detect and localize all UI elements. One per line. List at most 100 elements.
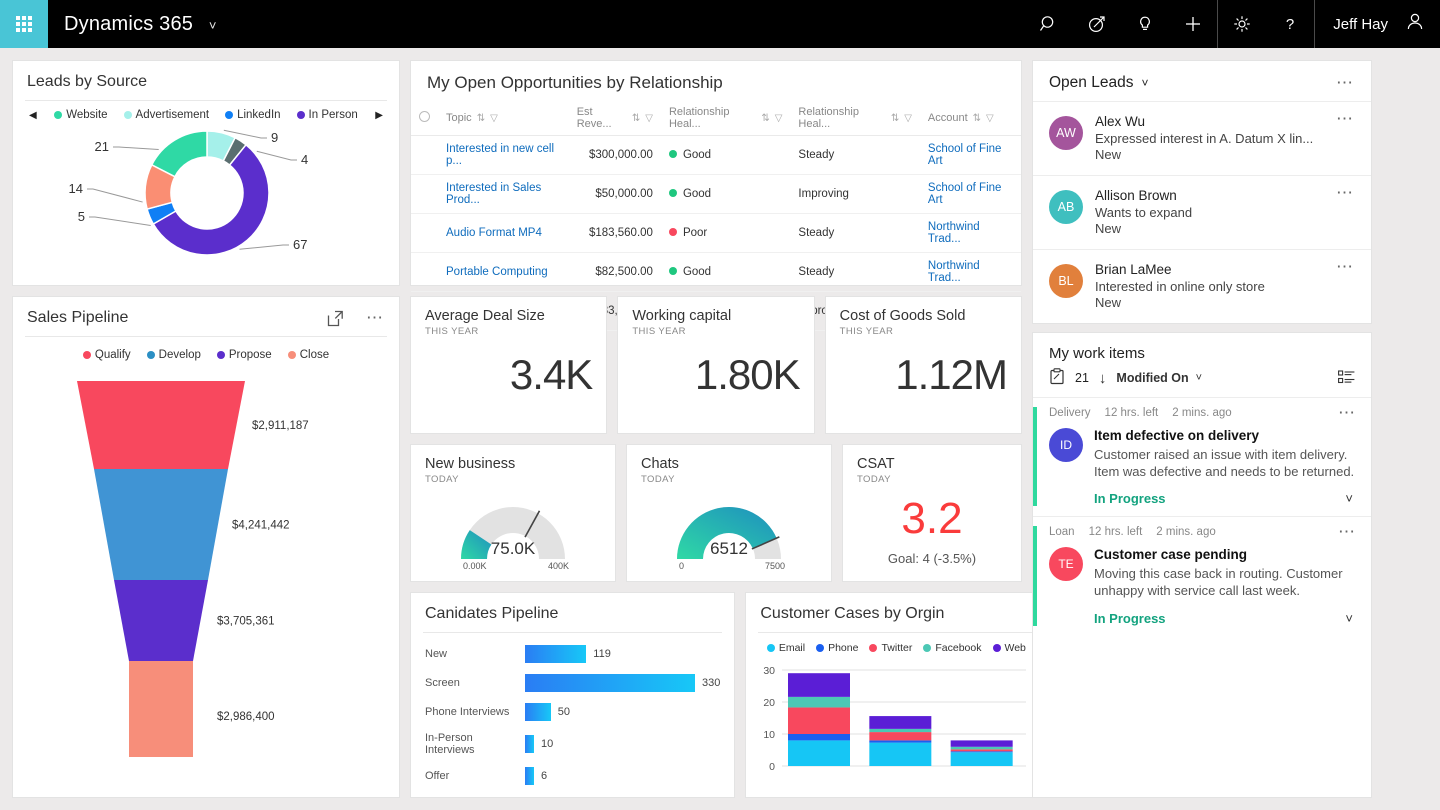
- filter-icon[interactable]: ▽: [490, 113, 498, 124]
- open-leads-title-group[interactable]: Open Leads ˅: [1049, 74, 1148, 92]
- cases-legend-facebook[interactable]: Facebook: [923, 642, 981, 654]
- column-account[interactable]: Account⇅▽: [920, 101, 1021, 136]
- cell-topic[interactable]: Interested in Sales Prod...: [438, 175, 569, 214]
- sort-direction-icon[interactable]: ↓: [1099, 370, 1107, 387]
- kpi-chats[interactable]: Chats TODAY 6512 0 7500: [626, 444, 832, 582]
- sort-icon[interactable]: ⇅: [761, 113, 769, 124]
- legend-item-advertisement[interactable]: Advertisement: [124, 109, 210, 121]
- work-item-state[interactable]: In Progress: [1094, 611, 1166, 626]
- candidates-bar-row[interactable]: In-Person Interviews10: [425, 732, 720, 756]
- stacked-bar-segment[interactable]: [870, 716, 932, 729]
- table-row[interactable]: Audio Format MP4$183,560.00PoorSteadyNor…: [411, 214, 1021, 253]
- cases-legend-twitter[interactable]: Twitter: [869, 642, 912, 654]
- work-item[interactable]: Loan12 hrs. left2 mins. ago⋯TECustomer c…: [1033, 516, 1371, 635]
- kpi-csat[interactable]: CSAT TODAY 3.2 Goal: 4 (-3.5%): [842, 444, 1022, 582]
- candidates-bar-row[interactable]: Offer6: [425, 767, 720, 785]
- legend-next-arrow-icon[interactable]: ▶: [371, 110, 387, 121]
- candidates-bar[interactable]: [525, 703, 551, 721]
- select-all-column[interactable]: [411, 101, 438, 136]
- sales-pipeline-funnel-chart[interactable]: $2,911,187$4,241,442$3,705,361$2,986,400: [13, 367, 399, 797]
- insights-icon[interactable]: [1121, 0, 1169, 48]
- sort-icon[interactable]: ⇅: [973, 113, 981, 124]
- stacked-bar-segment[interactable]: [870, 729, 932, 732]
- stacked-bar-segment[interactable]: [788, 734, 850, 740]
- cell-account[interactable]: School of Fine Art: [920, 175, 1021, 214]
- legend-item-linkedin[interactable]: LinkedIn: [225, 109, 280, 121]
- sort-icon[interactable]: ⇅: [632, 113, 640, 124]
- brand-title[interactable]: Dynamics 365 ˅: [48, 13, 217, 36]
- candidates-bar-row[interactable]: New119: [425, 645, 720, 663]
- funnel-segment[interactable]: [94, 469, 228, 580]
- table-row[interactable]: Interested in Sales Prod...$50,000.00Goo…: [411, 175, 1021, 214]
- settings-gear-icon[interactable]: [1218, 0, 1266, 48]
- stacked-bar-segment[interactable]: [951, 749, 1013, 751]
- chevron-down-icon[interactable]: ˅: [1196, 372, 1202, 384]
- lead-more-menu[interactable]: ⋯: [1336, 262, 1355, 272]
- lead-more-menu[interactable]: ⋯: [1336, 188, 1355, 198]
- table-row[interactable]: Interested in new cell p...$300,000.00Go…: [411, 136, 1021, 175]
- stacked-bar-segment[interactable]: [788, 707, 850, 734]
- add-icon[interactable]: [1169, 0, 1217, 48]
- filter-icon[interactable]: ▽: [775, 113, 783, 124]
- lead-list-item[interactable]: ABAllison BrownWants to expandNew⋯: [1033, 175, 1371, 249]
- stacked-bar-segment[interactable]: [870, 743, 932, 766]
- cell-account[interactable]: Northwind Trad...: [920, 253, 1021, 292]
- sales-pipeline-more-menu[interactable]: ⋯: [366, 313, 385, 323]
- help-icon[interactable]: ?: [1266, 0, 1314, 48]
- work-item-more-menu[interactable]: ⋯: [1338, 408, 1357, 418]
- candidates-bar-row[interactable]: Screen330: [425, 674, 720, 692]
- stacked-bar-segment[interactable]: [870, 740, 932, 742]
- lead-list-item[interactable]: AWAlex WuExpressed interest in A. Datum …: [1033, 101, 1371, 175]
- funnel-legend-close[interactable]: Close: [288, 349, 329, 361]
- row-select-cell[interactable]: [411, 214, 438, 253]
- table-row[interactable]: Portable Computing$82,500.00GoodSteadyNo…: [411, 253, 1021, 292]
- cell-account[interactable]: School of Fine Art: [920, 136, 1021, 175]
- row-select-cell[interactable]: [411, 175, 438, 214]
- search-icon[interactable]: [1025, 0, 1073, 48]
- stacked-bar-segment[interactable]: [951, 751, 1013, 752]
- cases-legend-phone[interactable]: Phone: [816, 642, 858, 654]
- candidates-bar[interactable]: [525, 645, 586, 663]
- filter-icon[interactable]: ▽: [986, 113, 994, 124]
- column-est-revenue[interactable]: Est Reve...⇅▽: [569, 101, 661, 136]
- kpi-new-business[interactable]: New business TODAY 75.0K 0.00K 400K: [410, 444, 616, 582]
- list-view-icon[interactable]: [1338, 370, 1355, 387]
- donut-slice[interactable]: [152, 131, 207, 177]
- filter-icon[interactable]: ▽: [904, 113, 912, 124]
- sort-icon[interactable]: ⇅: [891, 113, 899, 124]
- lead-more-menu[interactable]: ⋯: [1336, 114, 1355, 124]
- lead-list-item[interactable]: BLBrian LaMeeInterested in online only s…: [1033, 249, 1371, 323]
- work-item-state[interactable]: In Progress: [1094, 491, 1166, 506]
- work-items-sort-selector[interactable]: Modified On ˅: [1116, 371, 1202, 385]
- column-relationship-trend[interactable]: Relationship Heal...⇅▽: [790, 101, 919, 136]
- funnel-segment[interactable]: [129, 661, 193, 757]
- app-launcher-button[interactable]: [0, 0, 48, 48]
- user-menu[interactable]: Jeff Hay: [1315, 0, 1440, 48]
- row-select-cell[interactable]: [411, 253, 438, 292]
- kpi-average-deal-size[interactable]: Average Deal Size THIS YEAR 3.4K: [410, 296, 607, 434]
- stacked-bar-segment[interactable]: [951, 747, 1013, 750]
- stacked-bar-segment[interactable]: [788, 673, 850, 697]
- funnel-legend-qualify[interactable]: Qualify: [83, 349, 131, 361]
- legend-prev-arrow-icon[interactable]: ◀: [25, 110, 41, 121]
- work-item-more-menu[interactable]: ⋯: [1338, 527, 1357, 537]
- leads-donut-chart[interactable]: 946751421: [13, 121, 399, 271]
- candidates-bar[interactable]: [525, 674, 695, 692]
- select-all-radio-icon[interactable]: [419, 111, 430, 122]
- kpi-working-capital[interactable]: Working capital THIS YEAR 1.80K: [617, 296, 814, 434]
- cases-legend-email[interactable]: Email: [767, 642, 805, 654]
- open-leads-more-menu[interactable]: ⋯: [1336, 78, 1355, 88]
- filter-icon[interactable]: ▽: [645, 113, 653, 124]
- stacked-bar-segment[interactable]: [951, 740, 1013, 746]
- activity-icon[interactable]: [1073, 0, 1121, 48]
- customer-cases-chart[interactable]: 0102030: [746, 658, 1046, 797]
- candidates-bar-row[interactable]: Phone Interviews50: [425, 703, 720, 721]
- sort-icon[interactable]: ⇅: [477, 113, 485, 124]
- column-relationship-health[interactable]: Relationship Heal...⇅▽: [661, 101, 790, 136]
- cell-topic[interactable]: Audio Format MP4: [438, 214, 569, 253]
- candidates-bar-list[interactable]: New119 Screen330 Phone Interviews50 In-Pers…: [411, 633, 734, 791]
- funnel-segment[interactable]: [77, 381, 245, 469]
- funnel-segment[interactable]: [114, 580, 208, 661]
- funnel-legend-develop[interactable]: Develop: [147, 349, 201, 361]
- work-item[interactable]: Delivery12 hrs. left2 mins. ago⋯IDItem d…: [1033, 397, 1371, 516]
